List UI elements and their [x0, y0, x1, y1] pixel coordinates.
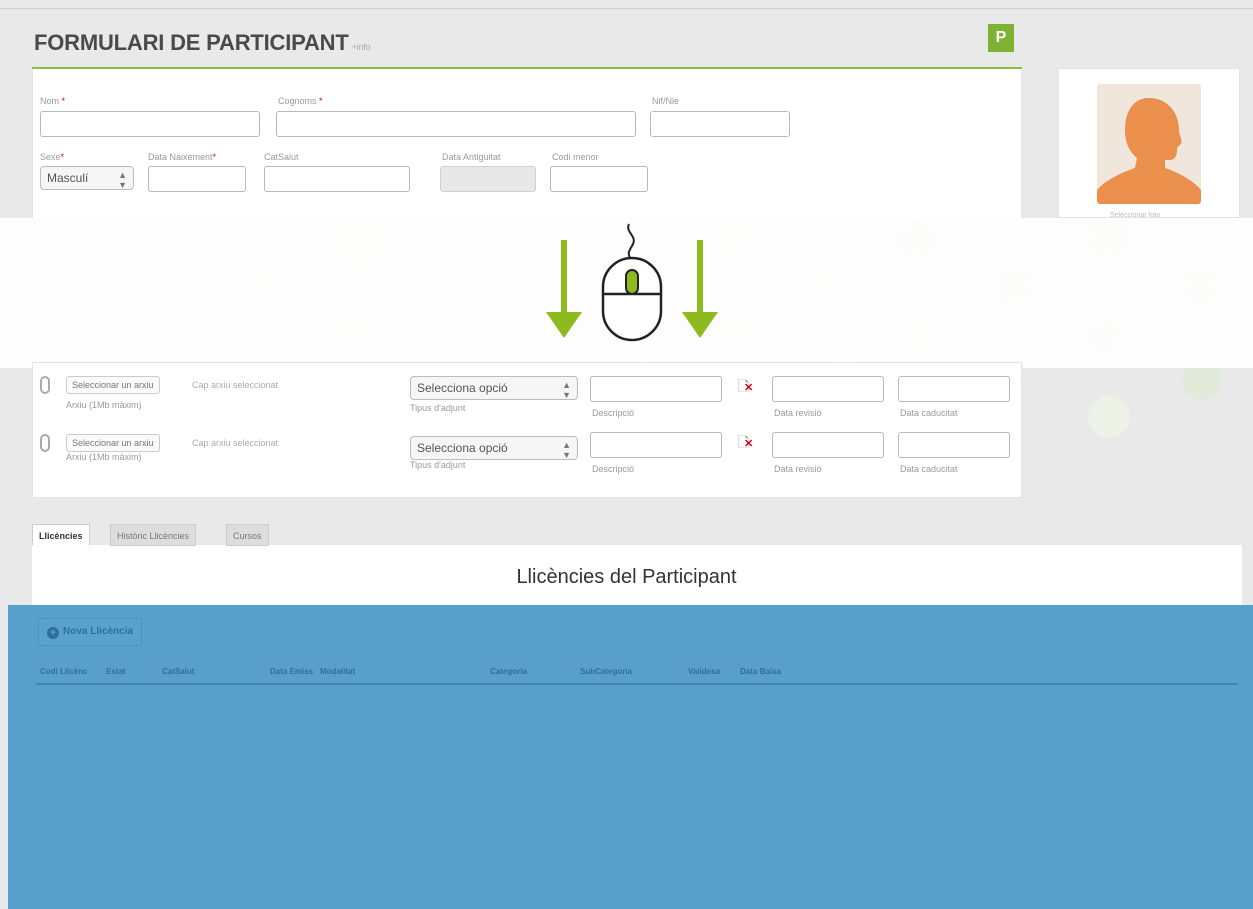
- data-naixement-label: Data Naixement*: [148, 152, 216, 162]
- nom-label-text: Nom: [40, 96, 60, 106]
- tab-llicencies[interactable]: Llicències: [32, 524, 90, 546]
- sexe-select[interactable]: Masculí ▲ ▼: [40, 166, 134, 190]
- tab-historic-llicencies[interactable]: Històric Llicències: [110, 524, 197, 546]
- file-hint: Arxiu (1Mb màxim): [66, 452, 142, 462]
- select-file-button[interactable]: Seleccionar un arxiu: [66, 376, 160, 394]
- nom-label: Nom *: [40, 96, 65, 106]
- column-header[interactable]: Estat: [106, 667, 126, 676]
- data-caducitat-label: Data caducitat: [900, 408, 958, 418]
- cognoms-label: Cognoms *: [278, 96, 323, 106]
- new-licence-button[interactable]: + Nova Llicència: [38, 618, 143, 646]
- column-header[interactable]: CatSalut: [162, 667, 194, 676]
- column-header[interactable]: SubCategoria: [580, 667, 632, 676]
- attachment-type-value: Selecciona opció: [417, 441, 508, 455]
- sexe-required-mark: *: [60, 152, 65, 162]
- data-caducitat-input[interactable]: [898, 376, 1010, 402]
- nif-input[interactable]: [650, 111, 790, 137]
- data-revisio-input[interactable]: [772, 432, 884, 458]
- data-antiguitat-label: Data Antiguitat: [442, 152, 501, 162]
- new-licence-label: Nova Llicència: [63, 626, 134, 637]
- column-header[interactable]: Modalitat: [320, 667, 355, 676]
- participant-form-panel: [32, 69, 1022, 219]
- description-input[interactable]: [590, 376, 722, 402]
- catsalut-input[interactable]: [264, 166, 410, 192]
- column-header[interactable]: Categoria: [490, 667, 527, 676]
- column-header[interactable]: Data Baixa: [740, 667, 781, 676]
- attachment-type-label: Tipus d'adjunt: [410, 460, 466, 470]
- table-header-rule: [36, 683, 1238, 685]
- column-header[interactable]: Data Emiss: [270, 667, 313, 676]
- delete-file-icon[interactable]: 🗋 ✕: [738, 376, 753, 400]
- avatar[interactable]: [1097, 84, 1201, 204]
- participant-badge[interactable]: P: [988, 24, 1014, 52]
- attachment-type-select[interactable]: Selecciona opció ▲ ▼: [410, 436, 578, 460]
- cognoms-input[interactable]: [276, 111, 636, 137]
- top-divider: [0, 8, 1253, 9]
- select-arrows-icon: ▲ ▼: [562, 440, 571, 460]
- file-hint: Arxiu (1Mb màxim): [66, 400, 142, 410]
- cognoms-required-mark: *: [319, 96, 323, 106]
- info-link[interactable]: +info: [352, 42, 371, 52]
- nom-required-mark: *: [61, 96, 66, 106]
- data-naixement-required-mark: *: [212, 152, 217, 162]
- column-header[interactable]: Validesa: [688, 667, 720, 676]
- description-label: Descripció: [592, 408, 635, 418]
- data-revisio-label: Data revisió: [774, 464, 822, 474]
- arrow-down-right-icon: [682, 240, 718, 338]
- codi-menor-label: Codi menor: [552, 152, 599, 162]
- no-file-text: Cap arxiu seleccionat: [192, 438, 279, 448]
- cognoms-label-text: Cognoms: [278, 96, 317, 106]
- data-naixement-label-text: Data Naixement: [148, 152, 213, 162]
- mouse-scroll-icon: [601, 223, 663, 342]
- catsalut-label: CatSalut: [264, 152, 299, 162]
- highlight-overlay: [8, 605, 1253, 909]
- nom-input[interactable]: [40, 111, 260, 137]
- nif-label: Nif/Nie: [652, 96, 680, 106]
- page-title: FORMULARI DE PARTICIPANT +info: [34, 30, 371, 56]
- description-label: Descripció: [592, 464, 635, 474]
- sexe-label: Sexe*: [40, 152, 64, 162]
- attachment-type-value: Selecciona opció: [417, 381, 508, 395]
- no-file-text: Cap arxiu seleccionat: [192, 380, 279, 390]
- sexe-select-value: Masculí: [47, 171, 89, 185]
- data-antiguitat-input: [440, 166, 536, 192]
- data-revisio-label: Data revisió: [774, 408, 822, 418]
- data-revisio-input[interactable]: [772, 376, 884, 402]
- attachment-type-select[interactable]: Selecciona opció ▲ ▼: [410, 376, 578, 400]
- paperclip-icon: [40, 376, 50, 394]
- sexe-label-text: Sexe: [40, 152, 61, 162]
- plus-circle-icon: +: [47, 627, 59, 639]
- select-arrows-icon: ▲ ▼: [118, 170, 127, 190]
- person-silhouette-icon: [1097, 98, 1201, 204]
- attachment-type-label: Tipus d'adjunt: [410, 403, 466, 413]
- licences-heading: Llicències del Participant: [516, 566, 737, 588]
- tab-cursos[interactable]: Cursos: [226, 524, 269, 546]
- select-file-button[interactable]: Seleccionar un arxiu: [66, 434, 160, 452]
- page-title-text: FORMULARI DE PARTICIPANT: [34, 30, 349, 55]
- paperclip-icon: [40, 434, 50, 452]
- codi-menor-input[interactable]: [550, 166, 648, 192]
- column-header[interactable]: Codi Llicènc: [40, 667, 88, 676]
- data-caducitat-input[interactable]: [898, 432, 1010, 458]
- data-caducitat-label: Data caducitat: [900, 464, 958, 474]
- select-arrows-icon: ▲ ▼: [562, 380, 571, 400]
- delete-file-icon[interactable]: 🗋 ✕: [738, 432, 753, 456]
- description-input[interactable]: [590, 432, 722, 458]
- data-naixement-input[interactable]: [148, 166, 246, 192]
- arrow-down-left-icon: [546, 240, 582, 338]
